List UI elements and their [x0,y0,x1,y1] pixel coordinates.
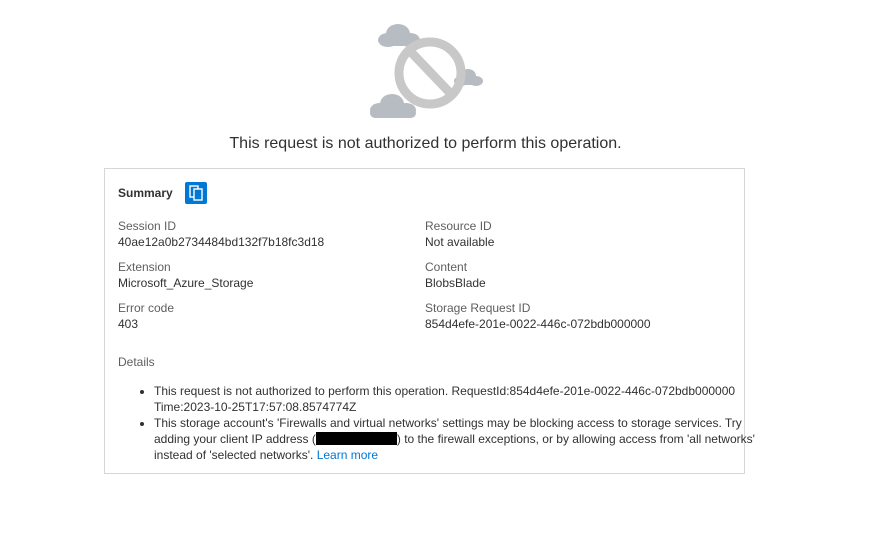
session-id-label: Session ID [118,219,177,233]
extension-field: Extension Microsoft_Azure_Storage [118,259,253,291]
details-item-request-text: This request is not authorized to perfor… [154,384,736,414]
learn-more-link[interactable]: Learn more [317,448,378,462]
summary-header: Summary [118,181,207,205]
copy-button[interactable] [184,182,207,204]
details-item-firewall: This storage account's 'Firewalls and vi… [154,415,764,463]
storage-request-id-label: Storage Request ID [425,301,531,315]
resource-id-value: Not available [425,235,495,249]
extension-label: Extension [118,260,171,274]
redacted-ip-address [315,432,397,445]
extension-value: Microsoft_Azure_Storage [118,276,254,290]
storage-request-id-field: Storage Request ID 854d4efe-201e-0022-44… [425,300,651,332]
session-id-value: 40ae12a0b2734484bd132f7b18fc3d18 [118,235,325,249]
content-label: Content [425,260,468,274]
error-code-field: Error code 403 [118,300,174,332]
error-code-label: Error code [118,301,175,315]
details-item-request: This request is not authorized to perfor… [154,383,764,415]
resource-id-label: Resource ID [425,219,492,233]
copy-icon [189,185,203,201]
error-code-value: 403 [118,317,139,331]
details-label: Details [118,355,155,369]
error-summary-card: Summary Session ID 40ae12a0b2734484bd132… [104,168,755,474]
content-value: BlobsBlade [425,276,486,290]
content-field: Content BlobsBlade [425,259,486,291]
session-id-field: Session ID 40ae12a0b2734484bd132f7b18fc3… [118,218,324,250]
unauthorized-illustration-icon [370,24,483,118]
storage-request-id-value: 854d4efe-201e-0022-446c-072bdb000000 [425,317,651,331]
details-list: This request is not authorized to perfor… [118,383,764,463]
error-headline: This request is not authorized to perfor… [229,135,622,152]
summary-title: Summary [118,186,173,200]
resource-id-field: Resource ID Not available [425,218,494,250]
